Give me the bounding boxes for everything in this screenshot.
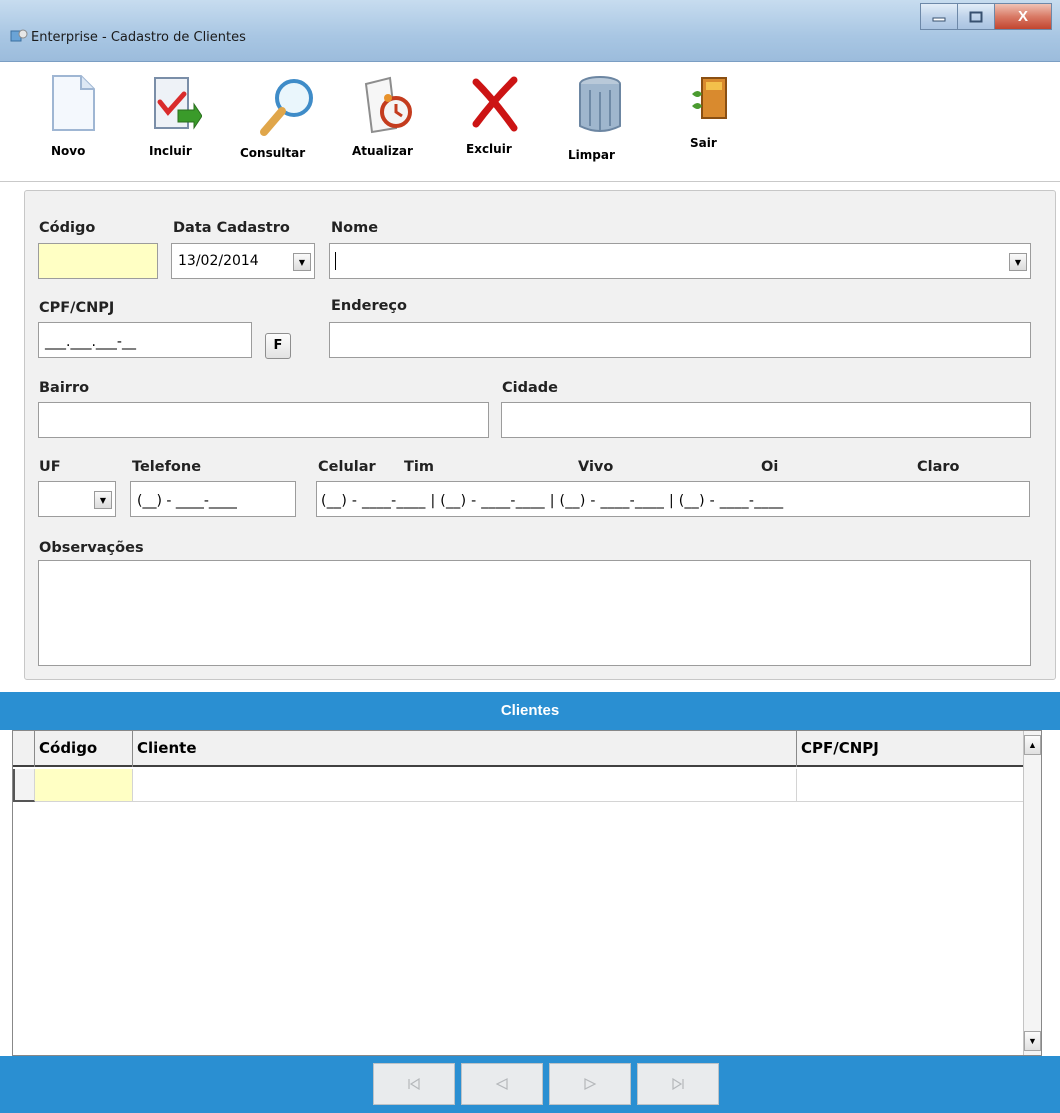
grid-header-row: Código Cliente CPF/CNPJ [13,731,1031,767]
delete-x-icon [472,76,518,132]
scroll-down-icon[interactable]: ▼ [1024,1031,1041,1051]
update-clock-icon [364,76,412,134]
trash-bin-icon [579,76,621,132]
chevron-down-icon[interactable]: ▼ [94,491,112,509]
magnifier-icon [260,79,313,136]
add-checkmark-icon [154,77,202,130]
bairro-field[interactable] [38,402,489,438]
row-indicator-header [13,731,35,767]
column-header-codigo[interactable]: Código [35,731,133,767]
window-controls: X [920,3,1052,30]
nome-label: Nome [331,220,379,236]
minimize-button[interactable] [920,3,958,30]
endereco-label: Endereço [331,298,407,314]
incluir-label: Incluir [149,144,192,158]
uf-select[interactable]: ▼ [38,481,116,517]
scroll-up-icon[interactable]: ▲ [1024,735,1041,755]
window-title: Enterprise - Cadastro de Clientes [31,30,246,45]
sair-label: Sair [690,136,717,150]
codigo-field[interactable] [38,243,158,279]
consultar-button[interactable] [258,74,314,140]
maximize-icon [969,11,983,22]
cpf-label: CPF/CNPJ [39,300,115,316]
minimize-icon [932,17,946,21]
clientes-header-bar: Clientes [0,692,1060,730]
prior-record-button[interactable] [461,1063,543,1105]
observacoes-label: Observações [39,540,144,556]
row-indicator[interactable] [13,769,35,802]
clientes-grid[interactable]: Código Cliente CPF/CNPJ ▲ ▼ [12,730,1042,1056]
nome-combobox[interactable]: ▼ [329,243,1031,279]
celular-mask: (__) - ____-____ | (__) - ____-____ | (_… [321,493,784,509]
bairro-label: Bairro [39,380,90,396]
limpar-button[interactable] [574,74,626,136]
close-button[interactable]: X [994,3,1052,30]
observacoes-textarea[interactable] [38,560,1031,666]
toolbar: Novo Incluir Consultar Atualizar Excluir… [0,62,1060,182]
new-document-icon [52,75,95,131]
cpf-format-button[interactable]: F [265,333,291,359]
data-cadastro-value: 13/02/2014 [178,253,259,269]
telefone-label: Telefone [132,459,202,475]
atualizar-label: Atualizar [352,144,413,158]
column-header-cliente[interactable]: Cliente [133,731,797,767]
excluir-label: Excluir [466,142,512,156]
cpf-field[interactable]: ___.___.___-__ [38,322,252,358]
next-record-button[interactable] [549,1063,631,1105]
grid-cell-cpf[interactable] [797,769,1031,802]
title-bar: Enterprise - Cadastro de Clientes X [0,0,1060,62]
text-caret [335,252,336,270]
consultar-label: Consultar [240,146,306,160]
vivo-label: Vivo [578,459,614,475]
close-icon: X [1017,8,1028,25]
cidade-field[interactable] [501,402,1031,438]
sair-button[interactable] [690,74,734,124]
limpar-label: Limpar [568,148,615,162]
oi-label: Oi [761,459,779,475]
column-header-cpf[interactable]: CPF/CNPJ [797,731,1031,767]
first-record-icon [408,1078,420,1090]
grid-title: Clientes [500,702,560,719]
grid-vertical-scrollbar[interactable]: ▲ ▼ [1023,731,1041,1055]
chevron-down-icon[interactable]: ▼ [293,253,311,271]
excluir-button[interactable] [470,74,520,132]
celular-field[interactable]: (__) - ____-____ | (__) - ____-____ | (_… [316,481,1030,517]
cidade-label: Cidade [502,380,558,396]
grid-cell-cliente[interactable] [133,769,797,802]
chevron-down-icon[interactable]: ▼ [1009,253,1027,271]
codigo-label: Código [39,220,96,236]
uf-label: UF [39,459,61,475]
next-record-icon [584,1078,597,1090]
navigation-bar [0,1056,1060,1113]
last-record-icon [672,1078,684,1090]
incluir-button[interactable] [150,74,202,132]
celular-label: Celular [318,459,376,475]
novo-label: Novo [51,144,86,158]
last-record-button[interactable] [637,1063,719,1105]
cpf-mask: ___.___.___-__ [45,334,136,350]
telefone-mask: (__) - ____-____ [137,493,237,509]
atualizar-button[interactable] [360,74,416,134]
data-cadastro-label: Data Cadastro [173,220,290,236]
first-record-button[interactable] [373,1063,455,1105]
endereco-field[interactable] [329,322,1031,358]
grid-cell-codigo[interactable] [35,769,133,802]
data-cadastro-picker[interactable]: 13/02/2014 ▼ [171,243,315,279]
maximize-button[interactable] [957,3,995,30]
prior-record-icon [495,1078,508,1090]
novo-button[interactable] [48,74,98,132]
claro-label: Claro [917,459,960,475]
tim-label: Tim [404,459,434,475]
app-icon [10,29,28,42]
telefone-field[interactable]: (__) - ____-____ [130,481,296,517]
exit-door-icon [692,77,727,119]
